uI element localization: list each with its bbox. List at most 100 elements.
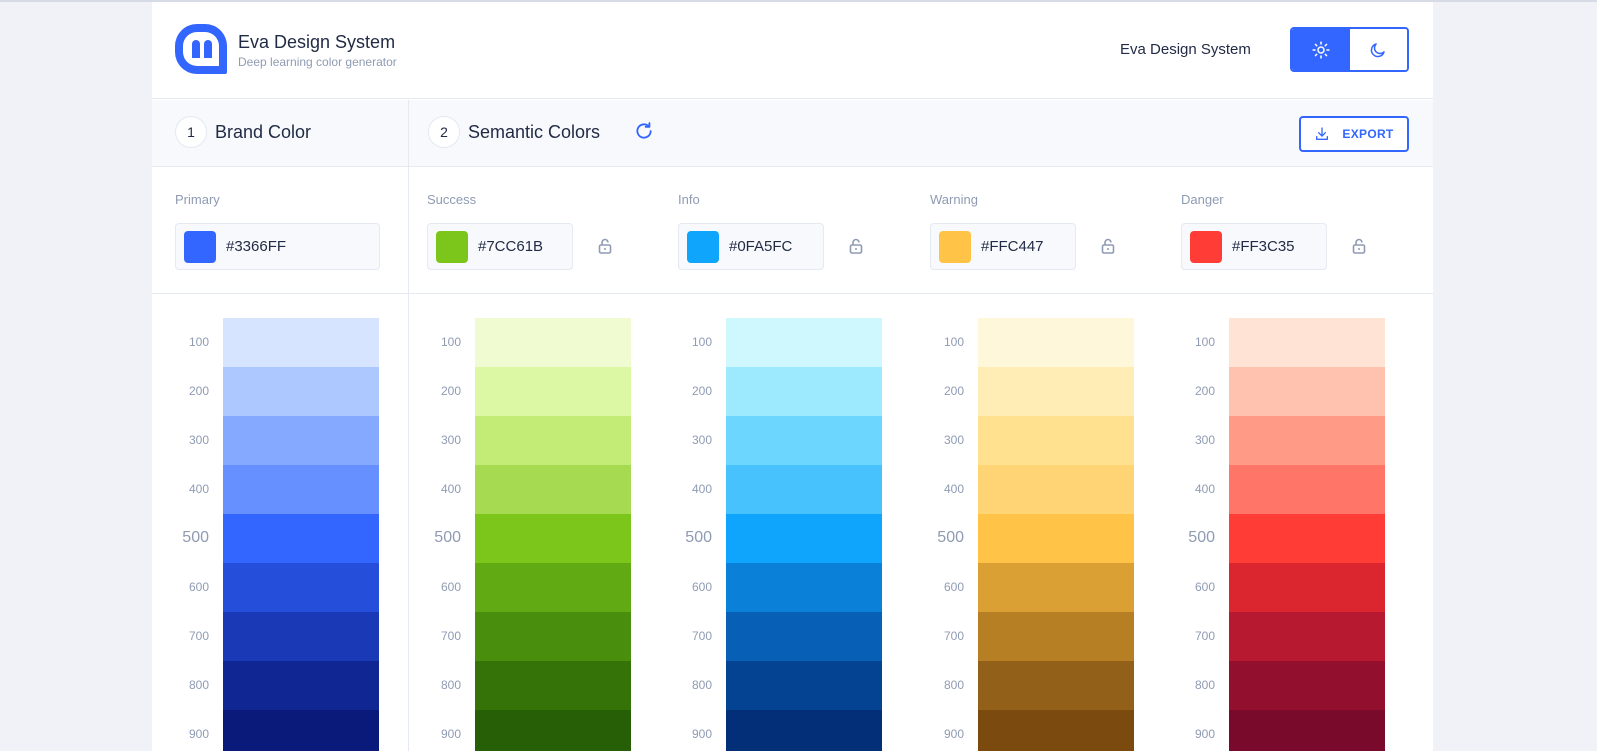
export-button[interactable]: EXPORT [1299, 116, 1409, 152]
success-shade-200[interactable] [475, 367, 631, 416]
export-label: EXPORT [1342, 127, 1394, 141]
primary-hex-input[interactable]: #3366FF [175, 223, 380, 270]
info-shade-700[interactable] [726, 612, 882, 661]
info-shade-300[interactable] [726, 416, 882, 465]
success-shade-600[interactable] [475, 563, 631, 612]
shade-level-label: 500 [685, 529, 712, 546]
danger-color-swatch[interactable] [1190, 231, 1222, 263]
semantic-colors-title: Semantic Colors [468, 122, 601, 142]
shade-level-label: 100 [691, 335, 712, 349]
info-color-swatch[interactable] [687, 231, 719, 263]
header-nav-link[interactable]: Eva Design System [1120, 41, 1251, 58]
danger-shade-700[interactable] [1229, 612, 1385, 661]
warning-shade-500[interactable] [978, 514, 1134, 563]
success-shade-300[interactable] [475, 416, 631, 465]
shade-level-label: 700 [440, 629, 461, 643]
primary-color-swatch[interactable] [184, 231, 216, 263]
warning-shade-800[interactable] [978, 661, 1134, 710]
success-shade-400[interactable] [475, 465, 631, 514]
moon-icon [1371, 42, 1385, 57]
warning-color-swatch[interactable] [939, 231, 971, 263]
danger-shade-600[interactable] [1229, 563, 1385, 612]
success-lock-icon[interactable] [598, 238, 614, 256]
shade-level-label: 500 [937, 529, 964, 546]
brand-color-title: Brand Color [215, 122, 312, 142]
color-inputs-row: Primary #3366FF Success #7CC61B Info #0FA5FC W… [152, 168, 1433, 294]
warning-shade-300[interactable] [978, 416, 1134, 465]
danger-shade-100[interactable] [1229, 318, 1385, 367]
shade-level-label: 200 [943, 384, 964, 398]
primary-shade-300[interactable] [223, 416, 379, 465]
info-shade-500[interactable] [726, 514, 882, 563]
info-lock-icon[interactable] [849, 238, 865, 256]
success-hex-input[interactable]: #7CC61B [427, 223, 573, 270]
success-shade-900[interactable] [475, 710, 631, 751]
page: Eva Design System Deep learning color ge… [152, 2, 1433, 751]
shade-level-label: 400 [943, 482, 964, 496]
eva-logo-icon[interactable] [175, 24, 227, 74]
primary-shade-200[interactable] [223, 367, 379, 416]
success-hex-value: #7CC61B [478, 238, 544, 255]
success-color-swatch[interactable] [436, 231, 468, 263]
danger-shade-300[interactable] [1229, 416, 1385, 465]
shade-level-label: 300 [188, 433, 209, 447]
danger-hex-value: #FF3C35 [1232, 238, 1295, 255]
danger-lock-icon[interactable] [1352, 238, 1368, 256]
warning-shade-400[interactable] [978, 465, 1134, 514]
warning-shade-900[interactable] [978, 710, 1134, 751]
primary-shade-100[interactable] [223, 318, 379, 367]
success-shade-500[interactable] [475, 514, 631, 563]
shade-level-label: 700 [1194, 629, 1215, 643]
shade-level-label: 300 [943, 433, 964, 447]
app-title: Eva Design System [238, 32, 396, 52]
danger-hex-input[interactable]: #FF3C35 [1181, 223, 1327, 270]
warning-lock-icon[interactable] [1101, 238, 1117, 256]
info-shade-strip [726, 318, 882, 751]
danger-shade-200[interactable] [1229, 367, 1385, 416]
primary-shade-800[interactable] [223, 661, 379, 710]
info-label: Info [678, 192, 700, 207]
info-shade-800[interactable] [726, 661, 882, 710]
shade-level-label: 500 [182, 529, 209, 546]
shade-level-label: 100 [188, 335, 209, 349]
primary-shade-900[interactable] [223, 710, 379, 751]
refresh-icon[interactable] [633, 121, 655, 143]
danger-shade-400[interactable] [1229, 465, 1385, 514]
warning-shade-200[interactable] [978, 367, 1134, 416]
info-shade-200[interactable] [726, 367, 882, 416]
shade-level-label: 500 [434, 529, 461, 546]
success-shade-strip [475, 318, 631, 751]
dark-theme-button[interactable] [1349, 29, 1407, 70]
download-icon [1316, 127, 1329, 140]
primary-shade-700[interactable] [223, 612, 379, 661]
shade-level-label: 400 [1194, 482, 1215, 496]
danger-shade-800[interactable] [1229, 661, 1385, 710]
info-hex-input[interactable]: #0FA5FC [678, 223, 824, 270]
danger-label: Danger [1181, 192, 1224, 207]
light-theme-button[interactable] [1292, 29, 1350, 70]
shade-level-label: 700 [188, 629, 209, 643]
shade-level-label: 800 [440, 678, 461, 692]
info-shade-100[interactable] [726, 318, 882, 367]
primary-shade-400[interactable] [223, 465, 379, 514]
warning-shade-700[interactable] [978, 612, 1134, 661]
shade-level-label: 700 [943, 629, 964, 643]
success-shade-800[interactable] [475, 661, 631, 710]
primary-shade-600[interactable] [223, 563, 379, 612]
shade-level-label: 100 [943, 335, 964, 349]
warning-shade-600[interactable] [978, 563, 1134, 612]
primary-shade-500[interactable] [223, 514, 379, 563]
primary-label: Primary [175, 192, 220, 207]
success-shade-100[interactable] [475, 318, 631, 367]
info-shade-900[interactable] [726, 710, 882, 751]
warning-hex-value: #FFC447 [981, 238, 1044, 255]
shade-level-label: 800 [691, 678, 712, 692]
danger-shade-500[interactable] [1229, 514, 1385, 563]
warning-shade-100[interactable] [978, 318, 1134, 367]
danger-shade-900[interactable] [1229, 710, 1385, 751]
info-shade-600[interactable] [726, 563, 882, 612]
success-shade-700[interactable] [475, 612, 631, 661]
info-shade-400[interactable] [726, 465, 882, 514]
shade-level-label: 400 [188, 482, 209, 496]
warning-hex-input[interactable]: #FFC447 [930, 223, 1076, 270]
